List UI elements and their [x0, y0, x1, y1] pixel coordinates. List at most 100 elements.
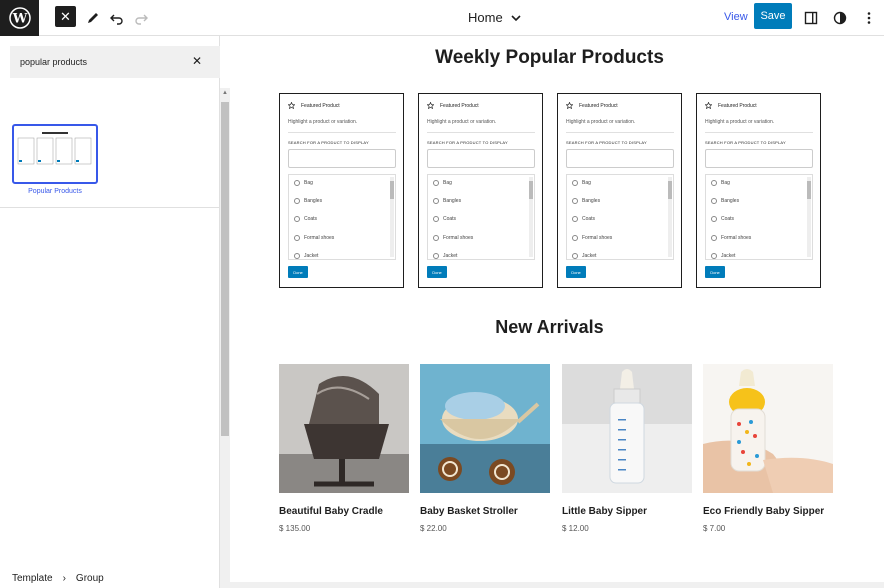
pencil-icon[interactable] — [83, 8, 103, 28]
product-option[interactable]: Jacket — [294, 253, 318, 259]
product-name[interactable]: Little Baby Sipper — [562, 506, 647, 517]
svg-text:W: W — [11, 12, 27, 27]
search-input[interactable]: popular products ✕ — [10, 46, 220, 78]
save-button[interactable]: Save — [754, 3, 792, 29]
product-name[interactable]: Eco Friendly Baby Sipper — [703, 506, 824, 517]
product-option[interactable]: Bag — [294, 180, 313, 186]
product-option[interactable]: Formal shoes — [572, 235, 612, 241]
radio-icon[interactable] — [294, 253, 300, 259]
list-scrollbar-thumb[interactable] — [668, 181, 672, 199]
product-option[interactable]: Bangles — [433, 198, 461, 204]
radio-icon[interactable] — [572, 235, 578, 241]
product-option[interactable]: Jacket — [572, 253, 596, 259]
featured-product-header: Featured Product — [288, 102, 340, 109]
star-icon — [427, 102, 434, 109]
list-scrollbar-thumb[interactable] — [390, 181, 394, 199]
product-option[interactable]: Bag — [711, 180, 730, 186]
product-name[interactable]: Beautiful Baby Cradle — [279, 506, 383, 517]
featured-product-card[interactable]: Featured Product Highlight a product or v… — [418, 93, 543, 288]
breadcrumb-group[interactable]: Group — [76, 573, 104, 584]
product-option[interactable]: Bag — [572, 180, 591, 186]
radio-icon[interactable] — [433, 253, 439, 259]
product-option[interactable]: Bangles — [294, 198, 322, 204]
pattern-label[interactable]: Popular Products — [12, 188, 98, 195]
radio-icon[interactable] — [572, 180, 578, 186]
product-search-input[interactable] — [566, 149, 674, 168]
done-button[interactable]: Done — [705, 266, 725, 278]
document-title-dropdown[interactable]: Home — [468, 10, 521, 25]
radio-icon[interactable] — [294, 235, 300, 241]
product-card[interactable]: Beautiful Baby Cradle $ 135.00 — [279, 364, 409, 533]
sidebar-toggle-icon[interactable] — [801, 8, 821, 28]
product-name[interactable]: Baby Basket Stroller — [420, 506, 518, 517]
product-option[interactable]: Jacket — [433, 253, 457, 259]
more-options-icon[interactable] — [859, 8, 879, 28]
product-option[interactable]: Formal shoes — [433, 235, 473, 241]
cradle-image[interactable] — [279, 364, 409, 493]
done-button[interactable]: Done — [427, 266, 447, 278]
product-options-list[interactable]: Bag Bangles Coats Formal shoes Jacket — [288, 174, 396, 260]
product-option[interactable]: Bag — [433, 180, 452, 186]
list-scrollbar-thumb[interactable] — [807, 181, 811, 199]
product-card[interactable]: Baby Basket Stroller $ 22.00 — [420, 364, 550, 533]
radio-icon[interactable] — [433, 216, 439, 222]
weekly-heading[interactable]: Weekly Popular Products — [230, 47, 869, 69]
clear-search-icon[interactable]: ✕ — [192, 54, 202, 68]
product-option[interactable]: Bangles — [572, 198, 600, 204]
product-option[interactable]: Coats — [433, 216, 456, 222]
radio-icon[interactable] — [433, 180, 439, 186]
redo-icon[interactable] — [131, 8, 151, 28]
product-option[interactable]: Bangles — [711, 198, 739, 204]
view-link[interactable]: View — [724, 11, 748, 23]
list-scrollbar-thumb[interactable] — [529, 181, 533, 199]
product-options-list[interactable]: Bag Bangles Coats Formal shoes Jacket — [705, 174, 813, 260]
sidebar-scrollbar-thumb[interactable] — [221, 102, 229, 436]
product-search-input[interactable] — [427, 149, 535, 168]
close-icon[interactable]: ✕ — [55, 6, 76, 27]
product-option[interactable]: Coats — [294, 216, 317, 222]
undo-icon[interactable] — [107, 8, 127, 28]
radio-icon[interactable] — [711, 216, 717, 222]
scroll-up-icon[interactable]: ▲ — [222, 90, 228, 96]
pattern-preview-popular-products[interactable] — [12, 124, 98, 184]
featured-product-card[interactable]: Featured Product Highlight a product or v… — [557, 93, 682, 288]
done-button[interactable]: Done — [566, 266, 586, 278]
radio-icon[interactable] — [294, 198, 300, 204]
product-search-input[interactable] — [288, 149, 396, 168]
eco-sipper-image[interactable] — [703, 364, 833, 493]
product-options-list[interactable]: Bag Bangles Coats Formal shoes Jacket — [566, 174, 674, 260]
product-option[interactable]: Coats — [711, 216, 734, 222]
product-option[interactable]: Coats — [572, 216, 595, 222]
done-button[interactable]: Done — [288, 266, 308, 278]
product-option[interactable]: Formal shoes — [711, 235, 751, 241]
radio-icon[interactable] — [711, 180, 717, 186]
product-search-label: SEARCH FOR A PRODUCT TO DISPLAY — [288, 140, 369, 145]
radio-icon[interactable] — [433, 235, 439, 241]
radio-icon[interactable] — [294, 216, 300, 222]
product-search-input[interactable] — [705, 149, 813, 168]
product-card[interactable]: Eco Friendly Baby Sipper $ 7.00 — [703, 364, 833, 533]
breadcrumb-template[interactable]: Template — [12, 573, 53, 584]
product-card[interactable]: Little Baby Sipper $ 12.00 — [562, 364, 692, 533]
wordpress-logo-icon[interactable]: W — [0, 0, 39, 36]
pattern-inserter-sidebar: popular products ✕ — [0, 36, 220, 588]
radio-icon[interactable] — [711, 253, 717, 259]
styles-contrast-icon[interactable] — [830, 8, 850, 28]
radio-icon[interactable] — [572, 198, 578, 204]
product-option[interactable]: Jacket — [711, 253, 735, 259]
featured-product-title: Featured Product — [718, 102, 757, 109]
radio-icon[interactable] — [711, 235, 717, 241]
radio-icon[interactable] — [711, 198, 717, 204]
stroller-image[interactable] — [420, 364, 550, 493]
product-options-list[interactable]: Bag Bangles Coats Formal shoes Jacket — [427, 174, 535, 260]
radio-icon[interactable] — [572, 216, 578, 222]
product-option-label: Bangles — [721, 198, 740, 204]
sipper-image[interactable] — [562, 364, 692, 493]
featured-product-card[interactable]: Featured Product Highlight a product or v… — [279, 93, 404, 288]
radio-icon[interactable] — [572, 253, 578, 259]
new-arrivals-heading[interactable]: New Arrivals — [230, 317, 869, 338]
product-option[interactable]: Formal shoes — [294, 235, 334, 241]
radio-icon[interactable] — [294, 180, 300, 186]
radio-icon[interactable] — [433, 198, 439, 204]
featured-product-card[interactable]: Featured Product Highlight a product or v… — [696, 93, 821, 288]
